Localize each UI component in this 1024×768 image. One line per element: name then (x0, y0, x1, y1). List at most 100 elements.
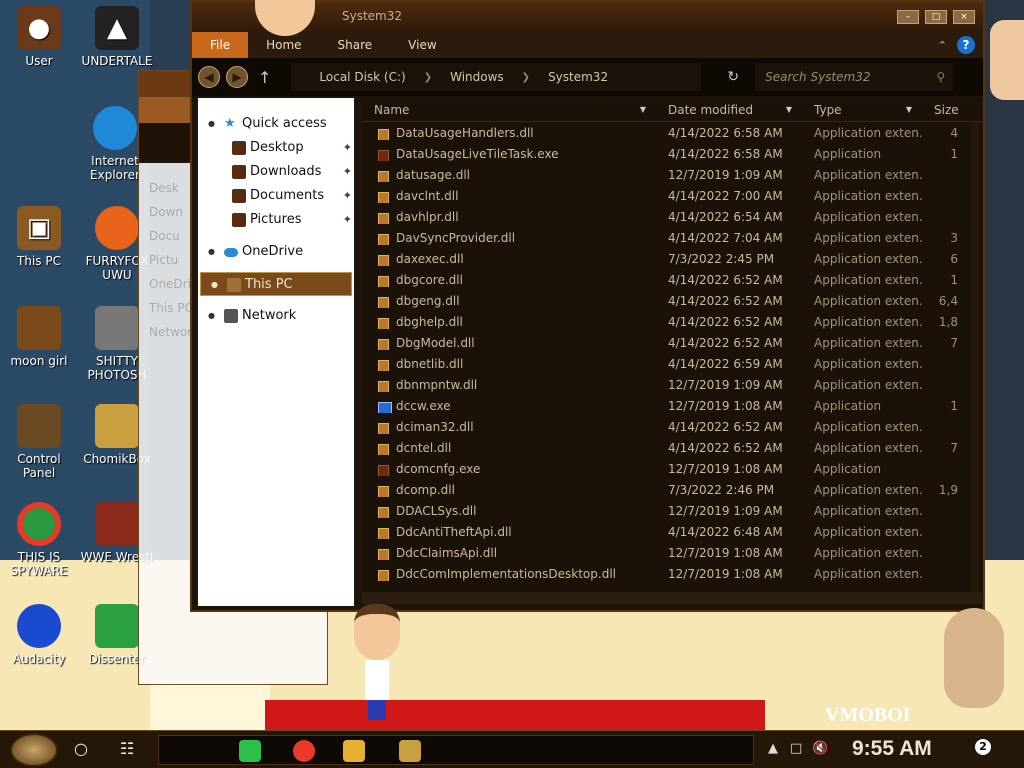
desktop-icon-chrome[interactable]: THIS IS SPYWARE (0, 502, 78, 578)
file-date: 4/14/2022 6:58 AM (668, 125, 783, 140)
close-button[interactable]: × (953, 10, 975, 24)
expand-icon[interactable]: ● (211, 273, 218, 297)
file-row[interactable]: dcomcnfg.exe 12/7/2019 1:08 AM Application (362, 458, 982, 479)
desktop-icon-audacity[interactable]: Audacity (0, 604, 78, 666)
file-name-text: dccw.exe (396, 398, 451, 413)
dll-file-icon (378, 527, 389, 539)
column-header-date[interactable]: Date modified ▼ (656, 103, 802, 117)
clock[interactable]: 9:55 AM (852, 737, 932, 761)
desktop-icon-control-panel[interactable]: Control Panel (0, 404, 78, 480)
chomikbox-icon[interactable] (399, 740, 421, 762)
file-row[interactable]: dccw.exe 12/7/2019 1:08 AM Application 1 (362, 395, 982, 416)
desktop-icon-user[interactable]: ● User (0, 6, 78, 68)
tab-file[interactable]: File (192, 32, 249, 58)
nav-item-desktop[interactable]: Desktop ✦ (198, 136, 354, 160)
file-type: Application exten... (814, 251, 922, 266)
desktop-icon-undertale[interactable]: ▲ UNDERTALE (78, 6, 156, 68)
network-icon (224, 309, 238, 323)
file-row[interactable]: dbgcore.dll 4/14/2022 6:52 AM Application … (362, 269, 982, 290)
tab-share[interactable]: Share (320, 32, 391, 58)
nav-item-pictures[interactable]: Pictures ✦ (198, 208, 354, 232)
file-row[interactable]: DdcClaimsApi.dll 12/7/2019 1:08 AM Applica… (362, 542, 982, 563)
minimize-button[interactable]: – (897, 10, 919, 24)
search-input[interactable]: Search System32 ⚲ (755, 63, 954, 91)
desktop-icon-label: User (25, 54, 53, 68)
notification-badge[interactable]: 2 (975, 739, 991, 755)
file-row[interactable]: DDACLSys.dll 12/7/2019 1:09 AM Application… (362, 500, 982, 521)
nav-item-network[interactable]: ● Network (198, 304, 354, 328)
maximize-button[interactable]: □ (925, 10, 947, 24)
desktop-icon-moon-girl[interactable]: moon girl (0, 306, 78, 368)
file-row[interactable]: dbghelp.dll 4/14/2022 6:52 AM Application … (362, 311, 982, 332)
back-button[interactable]: ◀ (198, 66, 220, 88)
file-type: Application exten... (814, 356, 922, 371)
nav-item-downloads[interactable]: Downloads ✦ (198, 160, 354, 184)
desktop-icon-this-pc[interactable]: ▣ This PC (0, 206, 78, 268)
file-row[interactable]: dbgeng.dll 4/14/2022 6:52 AM Application e… (362, 290, 982, 311)
up-arrow-icon[interactable]: ↑ (258, 68, 271, 87)
messages-icon[interactable] (239, 740, 261, 762)
volume-muted-icon[interactable]: 🔇 (812, 741, 828, 756)
column-header-size[interactable]: Size (922, 103, 982, 117)
taskbar-apps (158, 735, 754, 765)
file-type: Application exten... (814, 524, 922, 539)
file-type: Application exten... (814, 188, 922, 203)
file-name-text: DDACLSys.dll (396, 503, 477, 518)
file-explorer-window[interactable]: System32 – □ × File Home Share View ⌃ ? … (190, 0, 985, 612)
chrome-icon[interactable] (293, 740, 315, 762)
horizontal-scrollbar[interactable] (362, 592, 982, 604)
file-row[interactable]: DbgModel.dll 4/14/2022 6:52 AM Application… (362, 332, 982, 353)
dll-file-icon (378, 128, 389, 140)
column-header-type[interactable]: Type ▼ (802, 103, 922, 117)
expand-icon[interactable]: ● (208, 304, 215, 328)
pin-icon: ✦ (342, 189, 352, 202)
file-row[interactable]: DdcAntiTheftApi.dll 4/14/2022 6:48 AM Appl… (362, 521, 982, 542)
vertical-scrollbar[interactable] (971, 122, 979, 592)
file-date: 4/14/2022 6:54 AM (668, 209, 783, 224)
task-view-icon[interactable]: ☷ (120, 739, 134, 758)
expand-icon[interactable]: ● (208, 240, 215, 264)
chomikbox-icon (95, 404, 139, 448)
breadcrumb-local-disk[interactable]: Local Disk (C:) (309, 70, 415, 84)
file-explorer-icon[interactable] (343, 740, 365, 762)
file-row[interactable]: daxexec.dll 7/3/2022 2:45 PM Application e… (362, 248, 982, 269)
forward-button[interactable]: ▶ (226, 66, 248, 88)
file-name-text: dcntel.dll (396, 440, 452, 455)
desktop-icon-label: THIS IS SPYWARE (10, 550, 68, 578)
file-row[interactable]: dbnetlib.dll 4/14/2022 6:59 AM Application… (362, 353, 982, 374)
file-row[interactable]: dbnmpntw.dll 12/7/2019 1:09 AM Application… (362, 374, 982, 395)
file-row[interactable]: DataUsageLiveTileTask.exe 4/14/2022 6:58 … (362, 143, 982, 164)
breadcrumb-windows[interactable]: Windows (440, 70, 514, 84)
file-row[interactable]: davclnt.dll 4/14/2022 7:00 AM Application … (362, 185, 982, 206)
nav-item-this-pc[interactable]: ● This PC (200, 272, 352, 296)
file-row[interactable]: dcomp.dll 7/3/2022 2:46 PM Application ext… (362, 479, 982, 500)
file-type: Application exten... (814, 209, 922, 224)
file-row[interactable]: datusage.dll 12/7/2019 1:09 AM Application… (362, 164, 982, 185)
expand-icon[interactable]: ● (208, 112, 215, 136)
file-date: 4/14/2022 6:59 AM (668, 356, 783, 371)
expand-ribbon-icon[interactable]: ⌃ (938, 39, 947, 52)
nav-item-documents[interactable]: Documents ✦ (198, 184, 354, 208)
file-row[interactable]: DdcComImplementationsDesktop.dll 12/7/201… (362, 563, 982, 584)
file-name: davclnt.dll (362, 189, 656, 203)
file-type: Application exten... (814, 419, 922, 434)
file-row[interactable]: DataUsageHandlers.dll 4/14/2022 6:58 AM Ap… (362, 122, 982, 143)
start-button[interactable] (10, 733, 58, 767)
column-header-name[interactable]: Name ▼ (362, 103, 656, 117)
file-row[interactable]: DavSyncProvider.dll 4/14/2022 7:04 AM Appl… (362, 227, 982, 248)
breadcrumb[interactable]: Local Disk (C:) ❯ Windows ❯ System32 (291, 63, 702, 91)
file-row[interactable]: davhlpr.dll 4/14/2022 6:54 AM Application … (362, 206, 982, 227)
refresh-icon[interactable]: ↻ (727, 69, 739, 85)
nav-item-onedrive[interactable]: ● OneDrive (198, 240, 354, 264)
nav-item-quick-access[interactable]: ● ★ Quick access (198, 112, 354, 136)
search-icon[interactable]: ○ (74, 739, 88, 758)
chevron-up-icon[interactable]: ▲ (768, 741, 778, 756)
network-icon[interactable]: □ (790, 741, 802, 756)
breadcrumb-system32[interactable]: System32 (538, 70, 618, 84)
file-row[interactable]: dciman32.dll 4/14/2022 6:52 AM Application… (362, 416, 982, 437)
downloads-folder-icon (232, 165, 246, 179)
tab-view[interactable]: View (390, 32, 454, 58)
file-date: 4/14/2022 6:52 AM (668, 272, 783, 287)
help-icon[interactable]: ? (957, 36, 975, 54)
file-row[interactable]: dcntel.dll 4/14/2022 6:52 AM Application e… (362, 437, 982, 458)
